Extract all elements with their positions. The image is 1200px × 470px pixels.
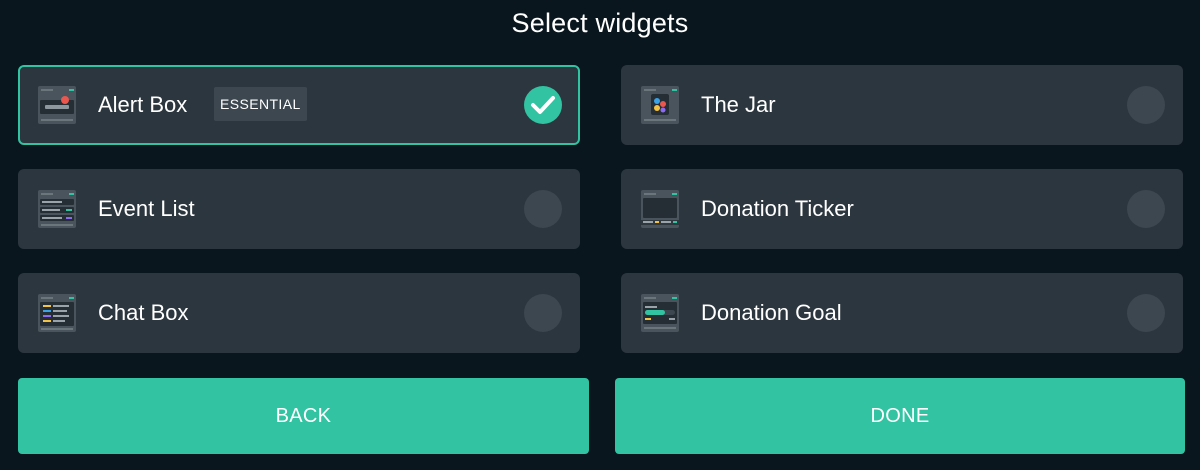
jar-icon xyxy=(641,86,679,124)
widget-label: Event List xyxy=(98,196,195,221)
page-title: Select widgets xyxy=(511,8,689,38)
back-button[interactable]: BACK xyxy=(18,378,589,454)
select-radio[interactable] xyxy=(524,294,562,332)
widget-label: Alert Box xyxy=(98,92,188,117)
widget-label: The Jar xyxy=(701,92,776,117)
widget-card-donation-ticker[interactable]: Donation Ticker xyxy=(621,169,1183,249)
select-radio[interactable] xyxy=(1127,86,1165,124)
widget-card-event-list[interactable]: Event List xyxy=(18,169,580,249)
donation-goal-icon xyxy=(641,294,679,332)
done-button[interactable]: DONE xyxy=(615,378,1185,454)
widget-selector: Select widgets Alert Box ESSENTIAL The J… xyxy=(0,0,1200,470)
select-radio[interactable] xyxy=(524,190,562,228)
select-radio[interactable] xyxy=(1127,190,1165,228)
selected-check[interactable] xyxy=(524,86,562,124)
widget-label: Donation Ticker xyxy=(701,196,854,221)
alert-box-icon xyxy=(38,86,76,124)
event-list-icon xyxy=(38,190,76,228)
widget-card-donation-goal[interactable]: Donation Goal xyxy=(621,273,1183,353)
chat-box-icon xyxy=(38,294,76,332)
widget-label: Chat Box xyxy=(98,300,189,325)
essential-badge: ESSENTIAL xyxy=(214,87,307,121)
widget-card-the-jar[interactable]: The Jar xyxy=(621,65,1183,145)
donation-ticker-icon xyxy=(641,190,679,228)
checkmark-icon xyxy=(531,96,555,114)
widget-card-chat-box[interactable]: Chat Box xyxy=(18,273,580,353)
select-radio[interactable] xyxy=(1127,294,1165,332)
widget-label: Donation Goal xyxy=(701,300,842,325)
widget-card-alert-box[interactable]: Alert Box ESSENTIAL xyxy=(18,65,580,145)
